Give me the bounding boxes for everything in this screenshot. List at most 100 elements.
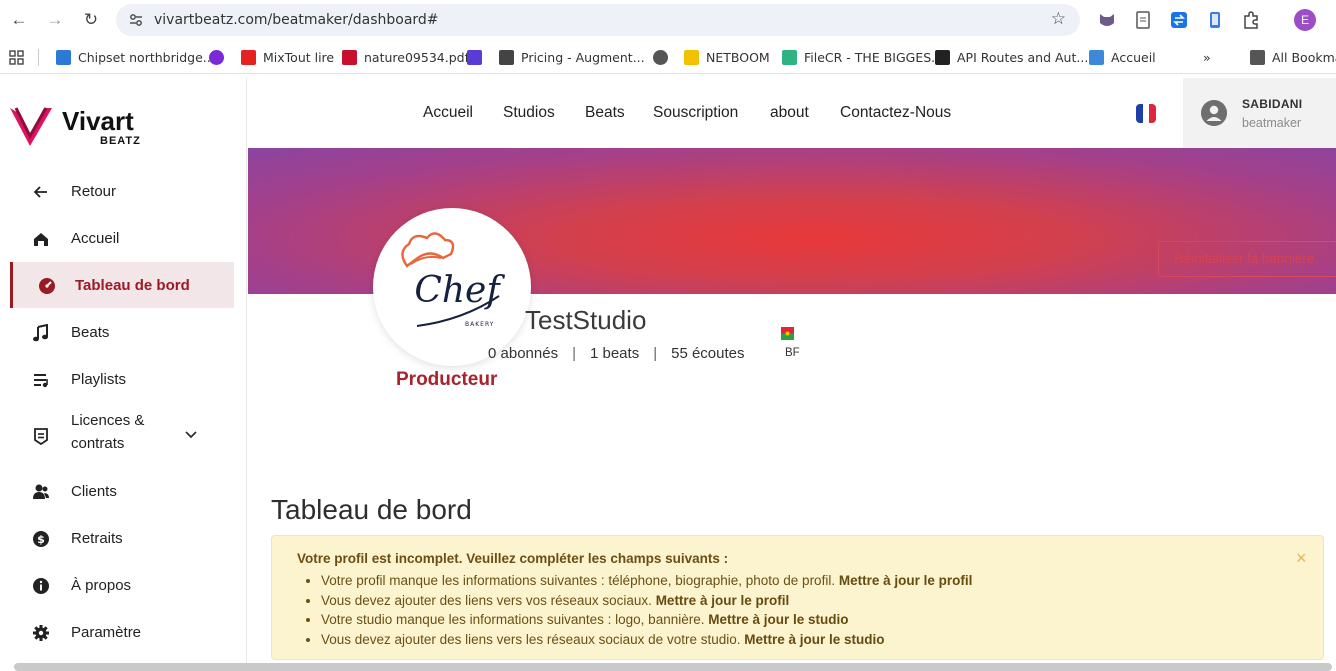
bookmark-item[interactable]: API Routes and Aut... (935, 49, 1088, 66)
bookmark-item[interactable]: NETBOOM (684, 49, 770, 66)
url-text[interactable]: vivartbeatz.com/beatmaker/dashboard# (154, 12, 439, 28)
sidebar-item-label: Licences & (71, 412, 145, 429)
sidebar-item-parametre[interactable]: Paramètre (10, 609, 234, 655)
sidebar-item-accueil[interactable]: Accueil (10, 215, 234, 261)
bookmark-item[interactable]: FileCR - THE BIGGES... (782, 49, 943, 66)
bookmark-item[interactable]: » (1203, 49, 1211, 66)
update-studio-link[interactable]: Mettre à jour le studio (708, 612, 848, 627)
bookmark-label: All Bookmarks (1272, 50, 1336, 65)
bookmark-favicon-icon (209, 50, 224, 65)
extensions-puzzle-icon[interactable] (1241, 10, 1261, 30)
horizontal-scrollbar[interactable] (14, 663, 1332, 671)
burkina-faso-flag-icon (781, 327, 794, 340)
top-navigation: Accueil Studios Beats Souscription about… (248, 78, 1336, 148)
sidebar-item-retraits[interactable]: $ Retraits (10, 515, 234, 561)
chevron-down-icon[interactable] (185, 430, 197, 440)
bookmark-label: Accueil (1111, 50, 1156, 65)
incomplete-profile-alert: × Votre profil est incomplet. Veuillez c… (271, 535, 1324, 660)
studio-logo[interactable]: Chef BAKERY (373, 208, 531, 366)
extension-doc-icon[interactable] (1133, 10, 1153, 30)
bookmark-favicon-icon (1089, 50, 1104, 65)
alert-heading: Votre profil est incomplet. Veuillez com… (297, 551, 729, 566)
alert-text: Votre profil manque les informations sui… (321, 573, 839, 588)
gauge-icon (39, 278, 55, 294)
playlist-icon (34, 374, 48, 388)
bookmark-item[interactable]: Accueil (1089, 49, 1156, 66)
reset-banner-button[interactable]: Réinitialiser la bannière (1158, 241, 1336, 277)
user-role: beatmaker (1242, 116, 1302, 130)
bookmarks-bar: Chipset northbridge... MixTout lire nature… (0, 40, 1336, 74)
bookmark-label: NETBOOM (706, 50, 770, 65)
nav-link-souscription[interactable]: Souscription (653, 104, 738, 122)
list-item: Votre profil manque les informations sui… (321, 571, 972, 591)
user-avatar-icon (1201, 100, 1227, 126)
list-item: Votre studio manque les informations sui… (321, 610, 972, 630)
nav-link-beats[interactable]: Beats (585, 104, 625, 122)
close-icon[interactable]: × (1296, 548, 1307, 569)
bookmark-favicon-icon (684, 50, 699, 65)
nav-link-accueil[interactable]: Accueil (423, 104, 473, 122)
profile-avatar[interactable]: E (1294, 9, 1316, 31)
bookmark-label: Chipset northbridge... (78, 50, 215, 65)
update-studio-link[interactable]: Mettre à jour le studio (744, 632, 884, 647)
bookmark-item[interactable]: nature09534.pdf (342, 49, 469, 66)
bookmark-label: FileCR - THE BIGGES... (804, 50, 944, 65)
bookmark-star-icon[interactable]: ☆ (1051, 9, 1066, 29)
logo-bakery-text: BAKERY (465, 321, 494, 328)
sidebar-item-label: Playlists (71, 370, 127, 388)
sidebar-item-label-line2: contrats (71, 435, 125, 452)
music-note-icon (33, 324, 48, 342)
browser-toolbar: ← → ↻ vivartbeatz.com/beatmaker/dashboar… (0, 0, 1336, 40)
sidebar-item-label: Clients (71, 482, 117, 500)
license-icon (34, 428, 48, 445)
bookmark-item[interactable] (653, 49, 675, 66)
update-profile-link[interactable]: Mettre à jour le profil (839, 573, 973, 588)
extension-cat-icon[interactable] (1097, 10, 1117, 30)
sidebar-item-beats[interactable]: Beats (10, 309, 234, 355)
bookmark-item[interactable]: All Bookmarks (1250, 49, 1336, 66)
sidebar-item-tableau-de-bord[interactable]: Tableau de bord (10, 262, 234, 308)
bookmark-item[interactable] (209, 49, 231, 66)
extension-translate-icon[interactable] (1169, 10, 1189, 30)
sidebar-item-retour[interactable]: Retour (10, 168, 234, 214)
nav-link-contact[interactable]: Contactez-Nous (840, 104, 951, 122)
studio-stats: 0 abonnés | 1 beats | 55 écoutes (488, 345, 745, 362)
bookmark-item[interactable]: Chipset northbridge... (56, 49, 215, 66)
arrow-left-icon (33, 186, 47, 198)
language-flag-fr-icon[interactable] (1136, 104, 1156, 123)
sidebar-item-a-propos[interactable]: À propos (10, 562, 234, 608)
nav-link-studios[interactable]: Studios (503, 104, 555, 122)
bookmark-label: nature09534.pdf (364, 50, 469, 65)
nav-link-about[interactable]: about (770, 104, 809, 122)
bookmark-favicon-icon (56, 50, 71, 65)
subscribers-count: 0 abonnés (488, 345, 559, 362)
bookmark-item[interactable] (467, 49, 489, 66)
vivart-logo[interactable]: Vivart BEATZ (8, 102, 148, 152)
bookmark-item[interactable]: Pricing - Augment... (499, 49, 645, 66)
site-info-icon[interactable] (128, 12, 144, 28)
sidebar-item-label: Beats (71, 323, 110, 341)
alert-text: Vous devez ajouter des liens vers vos ré… (321, 592, 656, 608)
beats-count: 1 beats (589, 345, 640, 362)
back-icon[interactable]: ← (8, 9, 30, 31)
update-profile-link[interactable]: Mettre à jour le profil (656, 593, 790, 608)
sidebar-item-label: Accueil (71, 229, 120, 247)
logo-sub-text: BEATZ (100, 135, 141, 147)
list-item: Vous devez ajouter des liens vers vos ré… (321, 591, 972, 611)
bookmark-item[interactable]: MixTout lire (241, 49, 334, 66)
sidebar-item-licences[interactable]: Licences & contrats (10, 410, 234, 460)
sidebar-item-playlists[interactable]: Playlists (10, 356, 234, 402)
home-icon (34, 233, 48, 246)
sidebar-item-clients[interactable]: Clients (10, 468, 234, 514)
user-menu[interactable]: SABIDANI beatmaker (1183, 78, 1336, 148)
sidebar-item-label: À propos (71, 576, 132, 594)
sidebar-item-label: Tableau de bord (75, 276, 190, 294)
extension-phone-icon[interactable] (1205, 10, 1225, 30)
forward-icon[interactable]: → (44, 9, 66, 31)
dollar-icon: $ (33, 531, 49, 547)
reload-icon[interactable]: ↻ (80, 9, 102, 31)
address-bar[interactable]: vivartbeatz.com/beatmaker/dashboard# ☆ (116, 4, 1080, 36)
apps-grid-icon[interactable] (9, 50, 24, 65)
studio-name: TestStudio (525, 305, 647, 335)
bookmark-favicon-icon (499, 50, 514, 65)
